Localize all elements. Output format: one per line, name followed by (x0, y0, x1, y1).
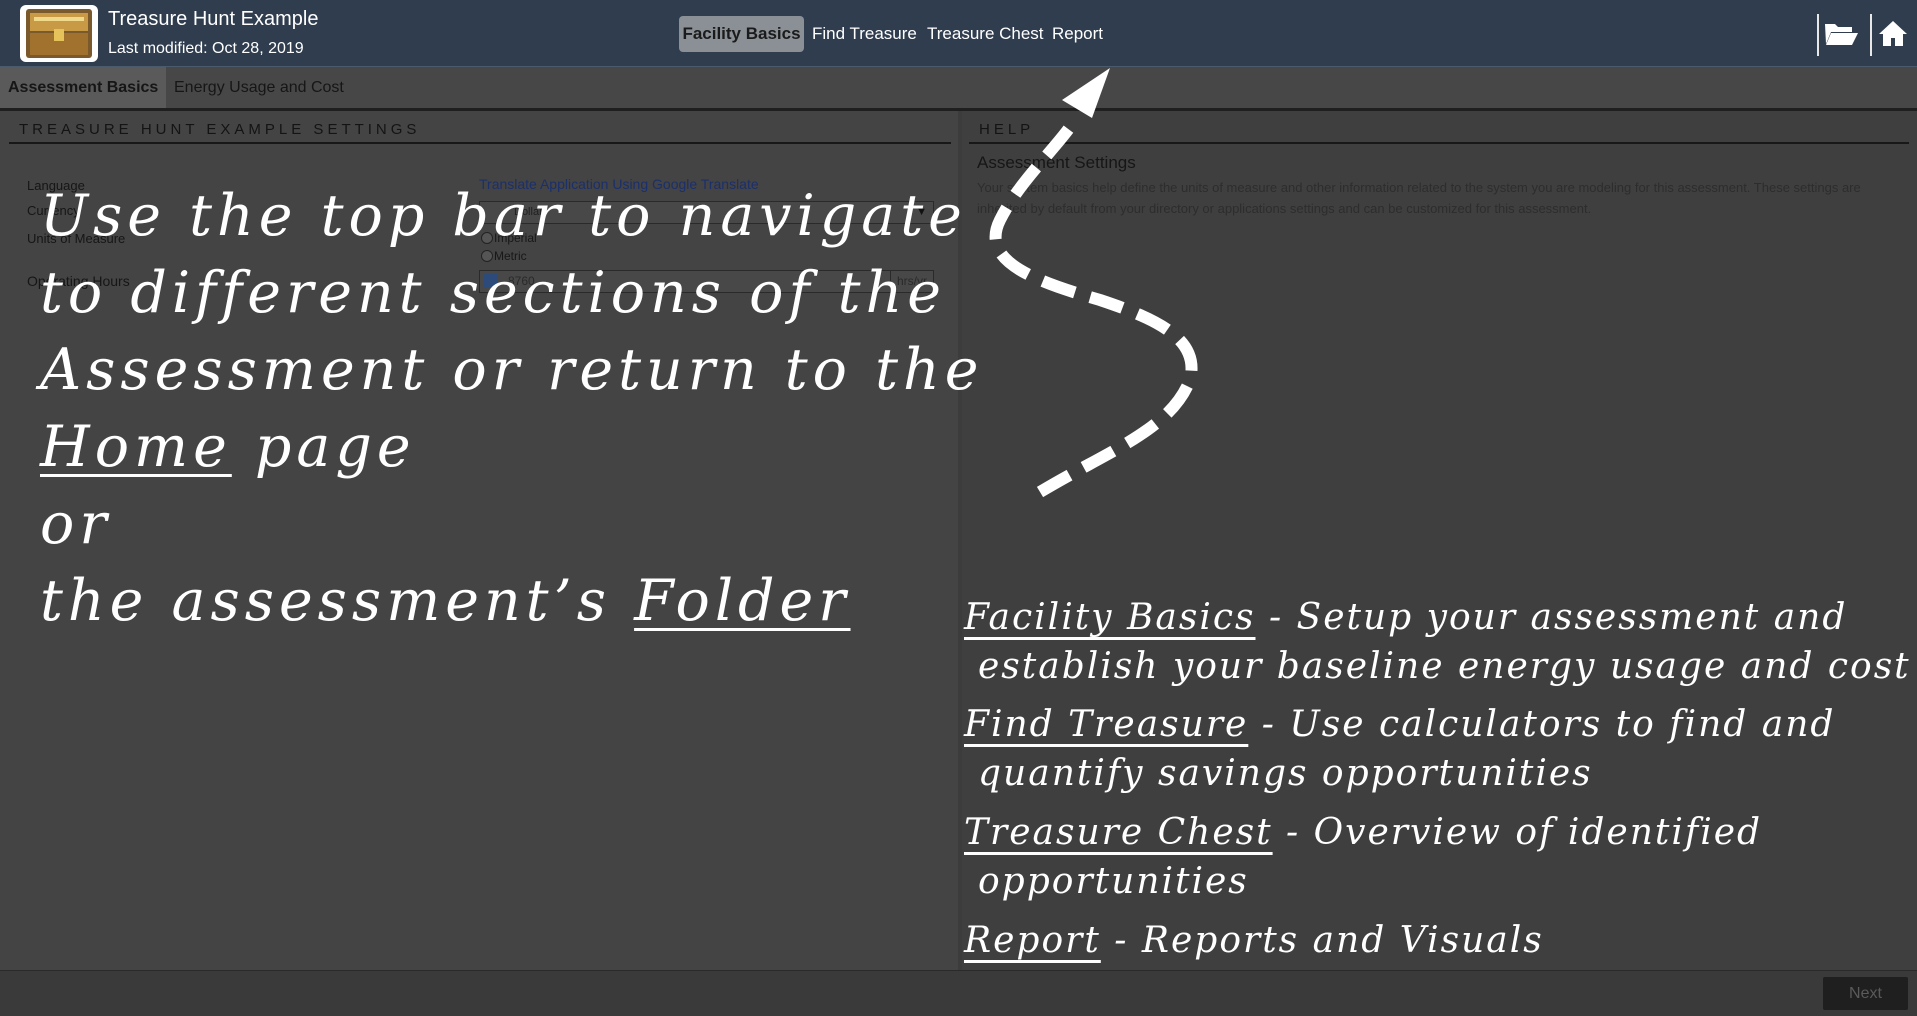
home-callout: Home (40, 414, 232, 480)
nav-tab-find-treasure[interactable]: Find Treasure (806, 16, 923, 52)
assessment-title: Treasure Hunt Example (108, 8, 319, 30)
folder-callout: Folder (634, 568, 851, 634)
definition-text: opportunities (978, 861, 1249, 902)
definition-text: establish your baseline energy usage and… (978, 646, 1911, 687)
sub-tab-bar: Assessment Basics Energy Usage and Cost (0, 67, 1917, 111)
tab-energy-usage-and-cost[interactable]: Energy Usage and Cost (166, 67, 352, 108)
definition-text: - Use calculators to find and (1248, 704, 1836, 745)
instruction-line: the assessment’s Folder (40, 563, 940, 640)
definition-report: Report - Reports and Visuals (964, 916, 1914, 965)
definition-text: - Setup your assessment and (1255, 597, 1848, 638)
term-facility-basics: Facility Basics (964, 597, 1256, 638)
definition-text: - Overview of identified (1272, 812, 1763, 853)
instruction-line: or (40, 491, 112, 557)
navigation-instruction-overlay: Use the top bar to navigate to different… (40, 178, 984, 640)
instruction-text: page (231, 414, 416, 480)
divider (1870, 14, 1872, 56)
tab-assessment-basics[interactable]: Assessment Basics (0, 67, 167, 108)
definition-find-treasure: Find Treasure - Use calculators to find … (964, 700, 1914, 798)
instruction-line: Home page (40, 409, 940, 486)
definition-treasure-chest: Treasure Chest - Overview of identified … (964, 808, 1914, 906)
definition-facility-basics: Facility Basics - Setup your assessment … (964, 593, 1914, 691)
heading-rule (9, 142, 951, 144)
treasure-chest-logo (20, 5, 98, 62)
definition-text: quantify savings opportunities (978, 753, 1593, 794)
nav-tab-treasure-chest[interactable]: Treasure Chest (921, 16, 1050, 52)
nav-tab-facility-basics[interactable]: Facility Basics (679, 16, 804, 52)
instruction-text: the assessment’s (40, 568, 635, 634)
term-find-treasure: Find Treasure (964, 704, 1249, 745)
folder-icon[interactable] (1822, 16, 1860, 50)
term-treasure-chest: Treasure Chest (964, 812, 1273, 853)
home-icon[interactable] (1874, 16, 1912, 50)
dashed-arrow-graphic (989, 68, 1198, 498)
last-modified-text: Last modified: Oct 28, 2019 (108, 40, 304, 57)
settings-heading: TREASURE HUNT EXAMPLE SETTINGS (19, 121, 421, 138)
arrow-head (1062, 68, 1110, 118)
nav-tab-report[interactable]: Report (1046, 16, 1109, 52)
term-report: Report (964, 920, 1101, 961)
instruction-line: Assessment or return to the (40, 337, 984, 403)
next-button[interactable]: Next (1823, 977, 1908, 1010)
divider (1817, 14, 1819, 56)
footer-bar: Next (0, 970, 1917, 1016)
definition-text: - Reports and Visuals (1100, 920, 1544, 961)
top-bar: Treasure Hunt Example Last modified: Oct… (0, 0, 1917, 67)
instruction-line: Use the top bar to navigate (40, 183, 967, 249)
instruction-line: to different sections of the (40, 260, 947, 326)
